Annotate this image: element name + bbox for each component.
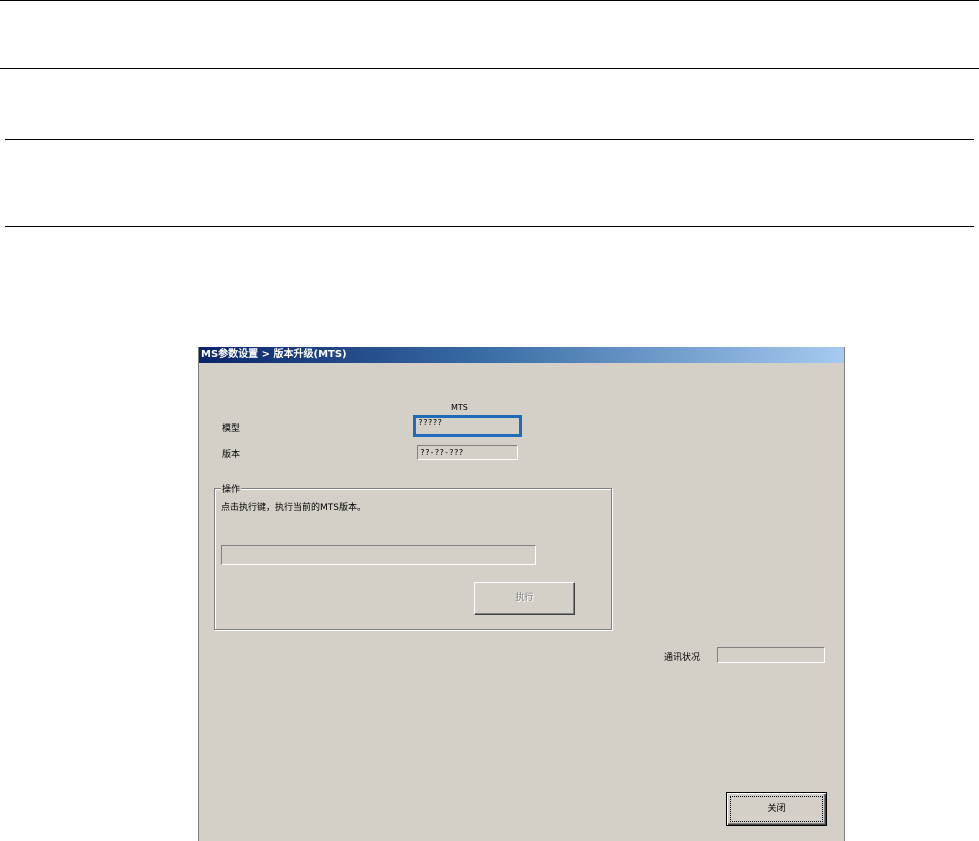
close-button-label: 关闭 (767, 804, 786, 814)
operation-group-title: 操作 (221, 482, 242, 495)
mts-column-header: MTS (451, 403, 468, 412)
upgrade-progress-bar (221, 545, 536, 565)
comm-status-field[interactable] (717, 647, 825, 663)
model-field[interactable]: ????? (413, 415, 522, 437)
close-button[interactable]: 关闭 (726, 792, 827, 826)
operation-groupbox: 操作 点击执行键，执行当前的MTS版本。 执行 (214, 482, 612, 630)
horizontal-rule (0, 0, 979, 1)
version-upgrade-dialog: MS参数设置 > 版本升级(MTS) MTS 模型 ????? 版本 ??-??… (198, 347, 845, 841)
version-label: 版本 (222, 450, 241, 460)
version-field[interactable]: ??-??-??? (417, 445, 518, 460)
execute-button[interactable]: 执行 (474, 582, 575, 615)
window-title[interactable]: MS参数设置 > 版本升级(MTS) (199, 347, 844, 363)
horizontal-rule (0, 68, 979, 69)
execute-button-label: 执行 (515, 593, 534, 603)
horizontal-rule (5, 139, 974, 140)
horizontal-rule (5, 226, 974, 227)
document-page: MS参数设置 > 版本升级(MTS) MTS 模型 ????? 版本 ??-??… (0, 0, 979, 841)
model-label: 模型 (222, 424, 241, 434)
operation-instruction: 点击执行键，执行当前的MTS版本。 (221, 503, 366, 513)
comm-status-label: 通讯状况 (664, 653, 701, 663)
